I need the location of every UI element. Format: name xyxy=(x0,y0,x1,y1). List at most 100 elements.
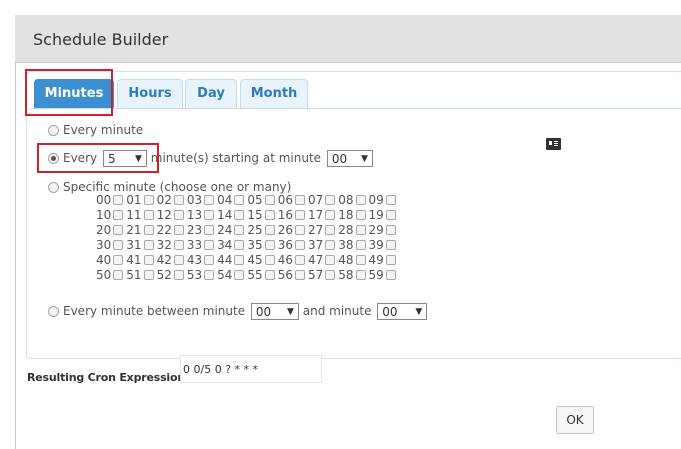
radio-between[interactable] xyxy=(48,306,59,317)
minute-label: 45 xyxy=(247,253,263,267)
minute-label: 44 xyxy=(217,253,233,267)
minute-checkbox[interactable] xyxy=(385,270,396,280)
minute-checkbox[interactable] xyxy=(264,210,275,220)
minute-checkbox[interactable] xyxy=(294,240,305,250)
minute-checkbox[interactable] xyxy=(385,195,396,205)
minute-checkbox[interactable] xyxy=(204,210,215,220)
cron-expression-field[interactable]: 0 0/5 0 ? * * * xyxy=(180,355,322,383)
minute-checkbox[interactable] xyxy=(173,255,184,265)
minute-checkbox[interactable] xyxy=(113,255,124,265)
minute-checkbox[interactable] xyxy=(113,270,124,280)
minute-checkbox[interactable] xyxy=(204,240,215,250)
minute-checkbox[interactable] xyxy=(264,240,275,250)
minute-checkbox[interactable] xyxy=(204,225,215,235)
chevron-down-icon: ▼ xyxy=(287,307,294,317)
minute-label: 48 xyxy=(338,253,354,267)
minute-checkbox[interactable] xyxy=(173,240,184,250)
minute-label: 47 xyxy=(307,253,324,267)
minute-checkbox[interactable] xyxy=(234,225,245,235)
ok-button[interactable]: OK xyxy=(556,406,594,434)
minute-checkbox[interactable] xyxy=(355,225,366,235)
minute-checkbox[interactable] xyxy=(234,210,245,220)
minute-checkbox[interactable] xyxy=(294,225,305,235)
minute-checkbox[interactable] xyxy=(385,255,396,265)
minute-checkbox[interactable] xyxy=(234,195,245,205)
minute-checkbox[interactable] xyxy=(325,240,336,250)
minute-checkbox[interactable] xyxy=(325,225,336,235)
minute-row: 20 21 22 23 24 25 26 27 28 29 xyxy=(96,223,399,237)
minute-checkbox[interactable] xyxy=(294,270,305,280)
minute-label: 32 xyxy=(156,238,172,252)
minute-checkbox[interactable] xyxy=(143,225,154,235)
minute-label: 55 xyxy=(247,268,263,282)
radio-specific-minute[interactable] xyxy=(48,182,59,193)
minute-checkbox[interactable] xyxy=(113,225,124,235)
starting-minute-select[interactable]: 00 ▼ xyxy=(326,150,373,167)
minute-checkbox[interactable] xyxy=(143,195,154,205)
minute-checkbox[interactable] xyxy=(204,270,215,280)
minute-checkbox[interactable] xyxy=(173,210,184,220)
minute-label: 01 xyxy=(126,193,142,207)
minute-label: 34 xyxy=(217,238,233,252)
minute-label: 08 xyxy=(338,193,354,207)
minute-checkbox[interactable] xyxy=(264,195,275,205)
radio-every-minute[interactable] xyxy=(48,125,59,136)
minute-checkbox[interactable] xyxy=(325,210,336,220)
minute-label: 38 xyxy=(338,238,354,252)
minute-checkbox[interactable] xyxy=(113,195,124,205)
minute-checkbox[interactable] xyxy=(355,240,366,250)
minute-checkbox[interactable] xyxy=(143,270,154,280)
tab-hours[interactable]: Hours xyxy=(117,79,183,108)
chevron-down-icon: ▼ xyxy=(360,154,368,164)
minute-checkbox[interactable] xyxy=(385,240,396,250)
minute-label: 06 xyxy=(277,193,293,207)
minute-label: 51 xyxy=(126,268,142,282)
and-label: and minute xyxy=(302,304,372,318)
between-from-select[interactable]: 00 ▼ xyxy=(250,303,299,320)
minute-checkbox[interactable] xyxy=(355,270,366,280)
minute-checkbox[interactable] xyxy=(264,255,275,265)
minute-label: 15 xyxy=(247,208,263,222)
chevron-down-icon: ▼ xyxy=(415,307,423,317)
starting-label: minute(s) starting at minute xyxy=(150,151,322,165)
minute-checkbox[interactable] xyxy=(113,210,124,220)
tab-day[interactable]: Day xyxy=(185,79,237,108)
tab-divider xyxy=(30,108,681,109)
minute-checkbox[interactable] xyxy=(113,240,124,250)
minute-label: 17 xyxy=(307,208,324,222)
minute-checkbox[interactable] xyxy=(294,210,305,220)
minute-checkbox[interactable] xyxy=(385,225,396,235)
minute-checkbox[interactable] xyxy=(143,255,154,265)
minute-checkbox[interactable] xyxy=(173,195,184,205)
minute-label: 59 xyxy=(368,268,384,282)
minute-checkbox[interactable] xyxy=(143,240,154,250)
minute-checkbox[interactable] xyxy=(173,270,184,280)
tab-month[interactable]: Month xyxy=(240,79,308,108)
minute-label: 30 xyxy=(96,238,112,252)
minute-checkbox[interactable] xyxy=(173,225,184,235)
minute-label: 28 xyxy=(338,223,354,237)
minute-checkbox[interactable] xyxy=(325,195,336,205)
minute-checkbox[interactable] xyxy=(294,255,305,265)
minute-checkbox[interactable] xyxy=(294,195,305,205)
minute-label: 24 xyxy=(217,223,233,237)
between-to-select[interactable]: 00 ▼ xyxy=(377,303,428,320)
minute-checkbox[interactable] xyxy=(355,255,366,265)
minute-checkbox[interactable] xyxy=(143,210,154,220)
minute-checkbox[interactable] xyxy=(234,270,245,280)
minute-checkbox[interactable] xyxy=(385,210,396,220)
minute-label: 11 xyxy=(126,208,142,222)
minute-checkbox[interactable] xyxy=(264,270,275,280)
minute-checkbox[interactable] xyxy=(264,225,275,235)
minute-checkbox[interactable] xyxy=(355,210,366,220)
minute-checkbox[interactable] xyxy=(325,270,336,280)
minute-checkbox[interactable] xyxy=(234,255,245,265)
minute-checkbox[interactable] xyxy=(204,255,215,265)
minute-checkbox[interactable] xyxy=(234,240,245,250)
minute-checkbox[interactable] xyxy=(204,195,215,205)
minute-label: 13 xyxy=(186,208,203,222)
minute-label: 58 xyxy=(338,268,354,282)
id-card-icon[interactable] xyxy=(546,138,561,150)
minute-checkbox[interactable] xyxy=(355,195,366,205)
minute-checkbox[interactable] xyxy=(325,255,336,265)
